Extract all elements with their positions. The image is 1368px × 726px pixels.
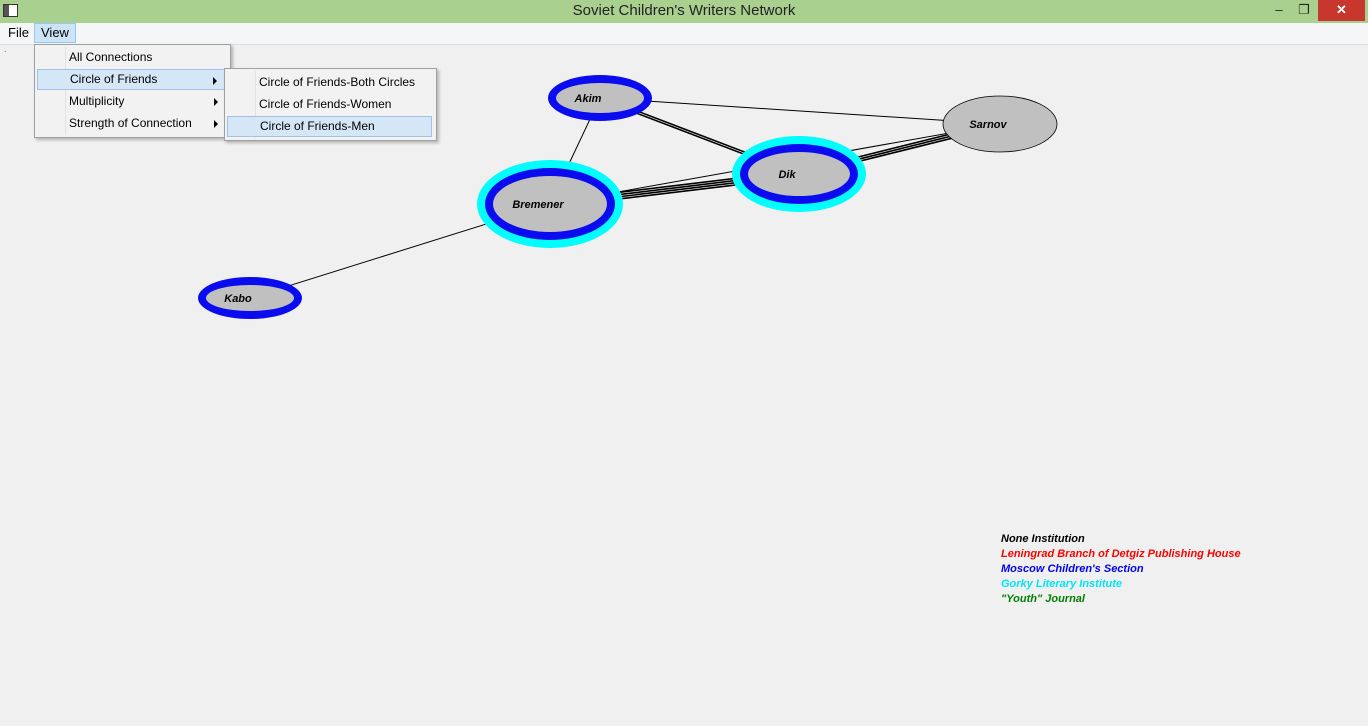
menu-item-label: All Connections — [69, 50, 153, 64]
node-label: Dik — [778, 169, 796, 181]
node-bremener[interactable]: Bremener — [477, 160, 623, 248]
node-akim[interactable]: Akim — [548, 75, 652, 121]
submenu-item-women[interactable]: Circle of Friends-Women — [227, 94, 432, 115]
node-label: Akim — [574, 93, 602, 105]
submenu-item-men[interactable]: Circle of Friends-Men — [227, 116, 432, 137]
submenu-arrow-icon — [213, 77, 217, 85]
menu-item-label: Circle of Friends-Men — [260, 119, 375, 133]
node-body — [748, 152, 850, 196]
node-label: Bremener — [512, 199, 564, 211]
menu-item-label: Circle of Friends — [70, 72, 158, 86]
node-kabo[interactable]: Kabo — [198, 277, 302, 319]
menu-item-all-connections[interactable]: All Connections — [37, 47, 226, 68]
submenu-arrow-icon — [214, 98, 218, 106]
menu-item-strength-of-connection[interactable]: Strength of Connection — [37, 113, 226, 134]
legend-item-gorky-institute: Gorky Literary Institute — [1001, 578, 1123, 590]
institution-legend: None Institution Leningrad Branch of Det… — [1001, 532, 1241, 607]
submenu-item-both-circles[interactable]: Circle of Friends-Both Circles — [227, 72, 432, 93]
menu-item-label: Strength of Connection — [69, 116, 192, 130]
view-menu-dropdown: All Connections Circle of Friends Multip… — [34, 44, 231, 138]
menu-item-label: Multiplicity — [69, 94, 125, 108]
legend-item-none: None Institution — [1001, 533, 1085, 545]
menu-item-circle-of-friends[interactable]: Circle of Friends — [37, 69, 226, 90]
menu-item-label: Circle of Friends-Both Circles — [259, 75, 416, 89]
submenu-arrow-icon — [214, 120, 218, 128]
node-label: Kabo — [224, 293, 252, 305]
legend-item-moscow-childrens-section: Moscow Children's Section — [1001, 563, 1144, 575]
node-label: Sarnov — [969, 119, 1007, 131]
menu-item-label: Circle of Friends-Women — [259, 97, 392, 111]
node-dik[interactable]: Dik — [732, 136, 866, 212]
legend-item-youth-journal: "Youth" Journal — [1001, 593, 1085, 605]
circle-of-friends-submenu: Circle of Friends-Both Circles Circle of… — [224, 68, 437, 141]
legend-item-leningrad-detgiz: Leningrad Branch of Detgiz Publishing Ho… — [1001, 548, 1241, 560]
node-sarnov[interactable]: Sarnov — [942, 95, 1058, 153]
menu-item-multiplicity[interactable]: Multiplicity — [37, 91, 226, 112]
